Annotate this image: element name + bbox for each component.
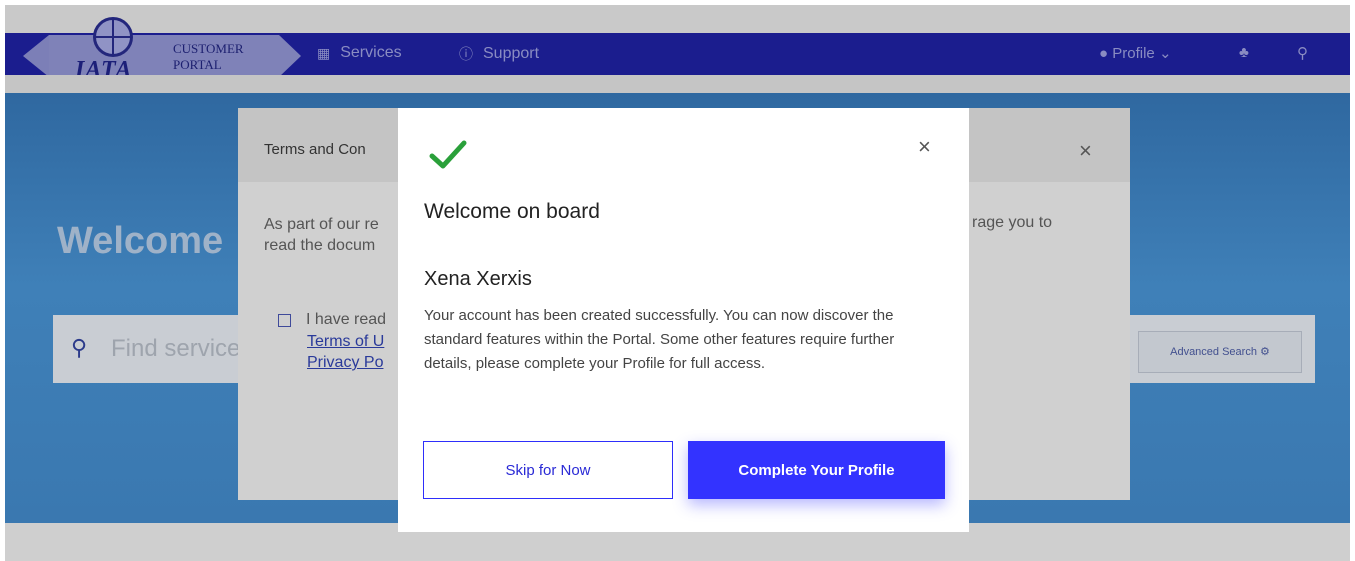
nav-support[interactable]: ⓘ Support <box>459 44 539 64</box>
welcome-dialog: × Welcome on board Xena Xerxis Your acco… <box>398 108 969 532</box>
terms-checkbox-label: I have read <box>306 311 387 328</box>
terms-title: Terms and Con <box>264 141 366 158</box>
search-icon[interactable]: ⚲ <box>1297 44 1308 62</box>
terms-of-use-link[interactable]: Terms of U <box>307 333 384 351</box>
advanced-search-label: Advanced Search <box>1170 346 1257 358</box>
advanced-search-button[interactable]: Advanced Search ⚙ <box>1138 331 1302 373</box>
logo-portal-text: CUSTOMER PORTAL <box>173 41 244 73</box>
nav-support-label: Support <box>483 45 540 62</box>
navbar: IATA CUSTOMER PORTAL ▦ Services ⓘ Suppor… <box>5 17 1350 83</box>
terms-body: As part of our re read the docum <box>264 214 379 256</box>
iata-logo[interactable]: IATA CUSTOMER PORTAL <box>23 17 303 83</box>
gear-icon: ⚙ <box>1260 346 1270 358</box>
services-icon: ▦ <box>317 44 331 61</box>
search-icon: ⚲ <box>71 335 88 360</box>
terms-checkbox[interactable] <box>278 314 291 327</box>
user-icon: ● <box>1099 45 1109 62</box>
checkmark-icon <box>428 138 468 177</box>
close-icon[interactable]: × <box>1079 138 1092 164</box>
globe-icon <box>93 17 133 57</box>
skip-button[interactable]: Skip for Now <box>423 441 673 499</box>
logo-arrow-right <box>279 35 301 77</box>
logo-line2: PORTAL <box>173 57 222 72</box>
logo-arrow-left <box>23 35 49 77</box>
chevron-down-icon: ⌄ <box>1158 45 1172 62</box>
user-name: Xena Xerxis <box>424 268 532 290</box>
dialog-title: Welcome on board <box>424 200 600 223</box>
logo-line1: CUSTOMER <box>173 41 244 56</box>
terms-body-line1: As part of our re <box>264 216 379 233</box>
dialog-message: Your account has been created successful… <box>424 307 895 372</box>
search-input[interactable]: Find service <box>111 335 240 363</box>
complete-profile-button[interactable]: Complete Your Profile <box>688 441 945 499</box>
nav-services[interactable]: ▦ Services <box>317 44 402 62</box>
close-icon[interactable]: × <box>918 134 931 160</box>
profile-menu[interactable]: ● Profile ⌄ <box>1099 44 1172 62</box>
hero-strip <box>5 75 1350 93</box>
terms-body-line2: read the docum <box>264 237 376 254</box>
terms-body-right: rage you to <box>972 214 1053 231</box>
welcome-heading: Welcome <box>57 220 224 262</box>
profile-label: Profile <box>1112 45 1155 62</box>
bell-icon[interactable]: ♣ <box>1239 44 1249 61</box>
privacy-policy-link[interactable]: Privacy Po <box>307 354 383 372</box>
nav-services-label: Services <box>340 44 402 61</box>
help-circle-icon: ⓘ <box>459 46 473 62</box>
